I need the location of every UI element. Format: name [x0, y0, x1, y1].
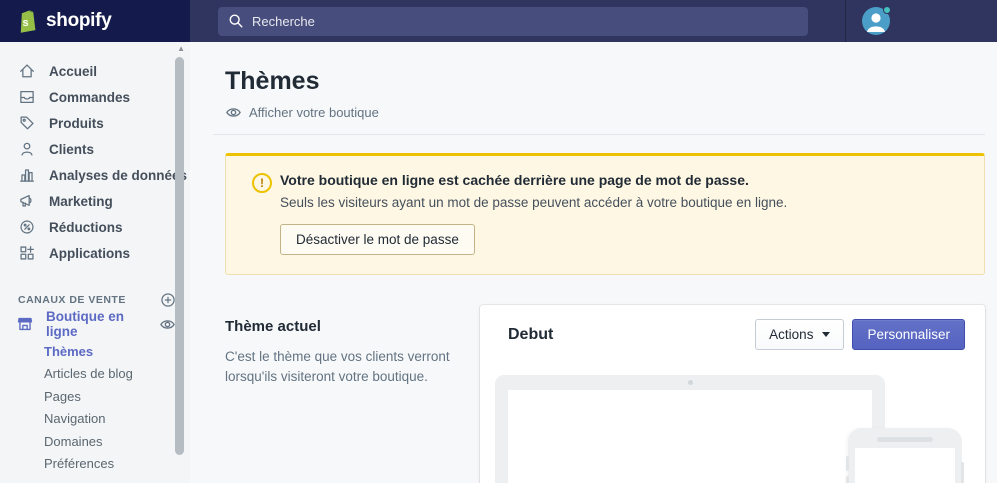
orders-icon	[18, 88, 36, 106]
sidebar-item-commandes[interactable]: Commandes	[0, 84, 190, 110]
scrollbar-up-arrow[interactable]: ▲	[177, 44, 185, 54]
sidebar-item-accueil[interactable]: Accueil	[0, 58, 190, 84]
phone-side-button	[961, 462, 964, 483]
search-box[interactable]	[218, 7, 808, 36]
status-dot-icon	[883, 6, 891, 14]
sidebar-item-label: Réductions	[49, 220, 123, 235]
online-store-subnav: Thèmes Articles de blog Pages Navigation…	[0, 340, 190, 475]
sidebar-item-articles-de-blog[interactable]: Articles de blog	[0, 363, 190, 386]
main-content: Thèmes Afficher votre boutique ! Votre b…	[190, 42, 997, 483]
sidebar-item-label: Boutique en ligne	[46, 309, 147, 339]
sidebar: ▲ Accueil Commandes Produits Clients	[0, 42, 190, 483]
actions-dropdown-button[interactable]: Actions	[755, 319, 844, 350]
sidebar-item-marketing[interactable]: Marketing	[0, 188, 190, 214]
sidebar-item-label: Produits	[49, 116, 104, 131]
sidebar-item-pages[interactable]: Pages	[0, 385, 190, 408]
phone-side-button	[846, 476, 849, 483]
shopify-logo[interactable]: s shopify	[0, 0, 190, 42]
topbar-divider	[845, 0, 846, 42]
discounts-icon	[18, 218, 36, 236]
theme-card: Debut Actions Personnaliser	[480, 305, 985, 483]
current-theme-section: Thème actuel C'est le thème que vos clie…	[225, 305, 985, 483]
svg-text:s: s	[22, 17, 28, 29]
sidebar-item-reductions[interactable]: Réductions	[0, 214, 190, 240]
products-icon	[18, 114, 36, 132]
storefront-icon	[16, 315, 34, 333]
customize-button[interactable]: Personnaliser	[852, 319, 965, 350]
view-channel-eye-icon[interactable]	[159, 316, 176, 333]
banner-description: Seuls les visiteurs ayant un mot de pass…	[280, 195, 787, 210]
sidebar-scrollbar[interactable]	[175, 57, 184, 455]
subnav-label: Préférences	[44, 456, 114, 471]
topbar: s shopify	[0, 0, 997, 42]
subnav-label: Domaines	[44, 434, 103, 449]
theme-card-actions: Actions Personnaliser	[755, 319, 965, 350]
sidebar-item-label: Accueil	[49, 64, 97, 79]
theme-card-header: Debut Actions Personnaliser	[480, 305, 985, 361]
warning-icon: !	[252, 173, 272, 193]
subnav-label: Navigation	[44, 411, 105, 426]
subnav-label: Articles de blog	[44, 366, 133, 381]
sidebar-item-domaines[interactable]: Domaines	[0, 430, 190, 453]
sales-channels-header: CANAUX DE VENTE	[0, 290, 190, 310]
home-icon	[18, 62, 36, 80]
brand-wordmark: shopify	[46, 10, 111, 32]
monitor-camera-icon	[688, 380, 693, 385]
analytics-icon	[18, 166, 36, 184]
shopify-bag-icon: s	[16, 8, 38, 34]
sidebar-item-boutique-en-ligne[interactable]: Boutique en ligne	[0, 310, 190, 338]
phone-side-button	[846, 456, 849, 471]
search-icon	[228, 13, 244, 29]
sidebar-item-navigation[interactable]: Navigation	[0, 408, 190, 431]
phone-speaker-icon	[877, 437, 933, 442]
desktop-preview-frame	[495, 375, 885, 483]
sidebar-item-label: Analyses de données	[49, 168, 187, 183]
eye-icon	[225, 104, 242, 121]
theme-preview	[480, 361, 985, 483]
phone-screen	[855, 448, 955, 483]
marketing-icon	[18, 192, 36, 210]
view-store-label: Afficher votre boutique	[249, 105, 379, 120]
sidebar-item-produits[interactable]: Produits	[0, 110, 190, 136]
sidebar-item-label: Applications	[49, 246, 130, 261]
banner-body: Votre boutique en ligne est cachée derri…	[280, 172, 787, 255]
current-theme-info: Thème actuel C'est le thème que vos clie…	[225, 305, 480, 483]
subnav-label: Thèmes	[44, 344, 93, 359]
sidebar-item-label: Marketing	[49, 194, 113, 209]
sidebar-item-label: Clients	[49, 142, 94, 157]
sidebar-item-applications[interactable]: Applications	[0, 240, 190, 266]
sidebar-item-clients[interactable]: Clients	[0, 136, 190, 162]
actions-label: Actions	[769, 327, 813, 342]
apps-icon	[18, 244, 36, 262]
banner-title: Votre boutique en ligne est cachée derri…	[280, 172, 787, 188]
page-title: Thèmes	[225, 42, 985, 96]
mobile-preview-frame	[848, 428, 962, 483]
add-channel-icon[interactable]	[160, 292, 176, 308]
view-store-link[interactable]: Afficher votre boutique	[225, 104, 379, 121]
primary-nav: Accueil Commandes Produits Clients Analy…	[0, 58, 190, 266]
topbar-main	[190, 0, 997, 42]
chevron-down-icon	[822, 332, 830, 337]
sidebar-item-preferences[interactable]: Préférences	[0, 453, 190, 476]
current-theme-heading: Thème actuel	[225, 318, 450, 335]
search-input[interactable]	[252, 14, 798, 29]
disable-password-button[interactable]: Désactiver le mot de passe	[280, 224, 475, 255]
header-divider	[213, 134, 985, 135]
user-menu[interactable]	[862, 7, 890, 35]
theme-name: Debut	[508, 326, 553, 344]
password-warning-banner: ! Votre boutique en ligne est cachée der…	[225, 153, 985, 275]
subnav-label: Pages	[44, 389, 81, 404]
sidebar-item-label: Commandes	[49, 90, 130, 105]
sales-channels-title: CANAUX DE VENTE	[18, 294, 126, 306]
sidebar-item-analyses[interactable]: Analyses de données	[0, 162, 190, 188]
customers-icon	[18, 140, 36, 158]
sidebar-item-themes[interactable]: Thèmes	[0, 340, 190, 363]
current-theme-description: C'est le thème que vos clients verront l…	[225, 347, 450, 386]
